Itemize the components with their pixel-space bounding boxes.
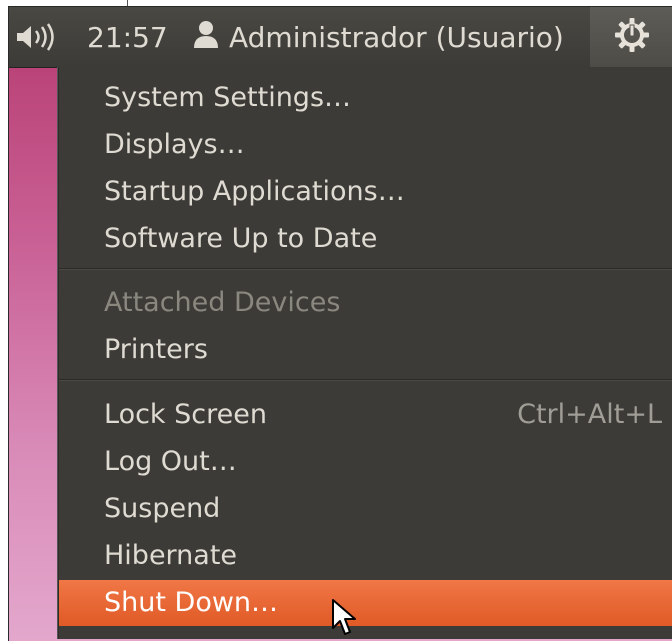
menu-item-label: Hibernate	[104, 540, 238, 571]
menu-item-hibernate[interactable]: Hibernate	[59, 533, 672, 579]
menu-item-printers[interactable]: Printers	[59, 327, 672, 373]
session-dropdown-menu: System Settings… Displays… Startup Appli…	[58, 67, 672, 639]
menu-item-label: System Settings…	[104, 82, 352, 113]
mouse-pointer-icon	[331, 598, 359, 641]
clock[interactable]: 21:57	[87, 7, 168, 67]
menu-item-label: Startup Applications…	[104, 176, 405, 207]
person-icon	[193, 19, 219, 56]
user-name: Administrador (Usuario)	[229, 20, 564, 54]
clock-text: 21:57	[87, 20, 168, 54]
menu-item-label: Printers	[104, 334, 208, 365]
menu-item-suspend[interactable]: Suspend	[59, 486, 672, 532]
menu-item-displays[interactable]: Displays…	[59, 122, 672, 168]
menu-item-label: Attached Devices	[104, 287, 341, 318]
speaker-volume-icon[interactable]	[13, 7, 59, 67]
menu-item-label: Shut Down…	[104, 587, 279, 618]
menu-item-label: Lock Screen	[104, 399, 267, 430]
menu-item-lock-screen[interactable]: Lock Screen Ctrl+Alt+L	[59, 392, 672, 438]
menu-separator	[59, 268, 672, 270]
menu-item-log-out[interactable]: Log Out…	[59, 439, 672, 485]
session-menu-button[interactable]	[590, 7, 672, 67]
top-panel: 21:57 Administrador (Usuario)	[9, 7, 672, 67]
menu-item-startup-applications[interactable]: Startup Applications…	[59, 169, 672, 215]
menu-item-label: Log Out…	[104, 446, 237, 477]
screenshot-frame: 21:57 Administrador (Usuario) System Set…	[8, 6, 672, 641]
menu-item-attached-devices: Attached Devices	[59, 280, 672, 326]
menu-item-label: Suspend	[104, 493, 221, 524]
menu-item-label: Software Up to Date	[104, 223, 378, 254]
menu-item-system-settings[interactable]: System Settings…	[59, 75, 672, 121]
menu-item-shut-down[interactable]: Shut Down…	[59, 580, 672, 626]
menu-separator	[59, 379, 672, 381]
menu-item-label: Displays…	[104, 129, 245, 160]
menu-item-software-up-to-date[interactable]: Software Up to Date	[59, 216, 672, 262]
menu-item-shortcut: Ctrl+Alt+L	[517, 399, 662, 430]
power-gear-icon	[614, 17, 650, 57]
user-menu[interactable]: Administrador (Usuario)	[193, 7, 564, 67]
